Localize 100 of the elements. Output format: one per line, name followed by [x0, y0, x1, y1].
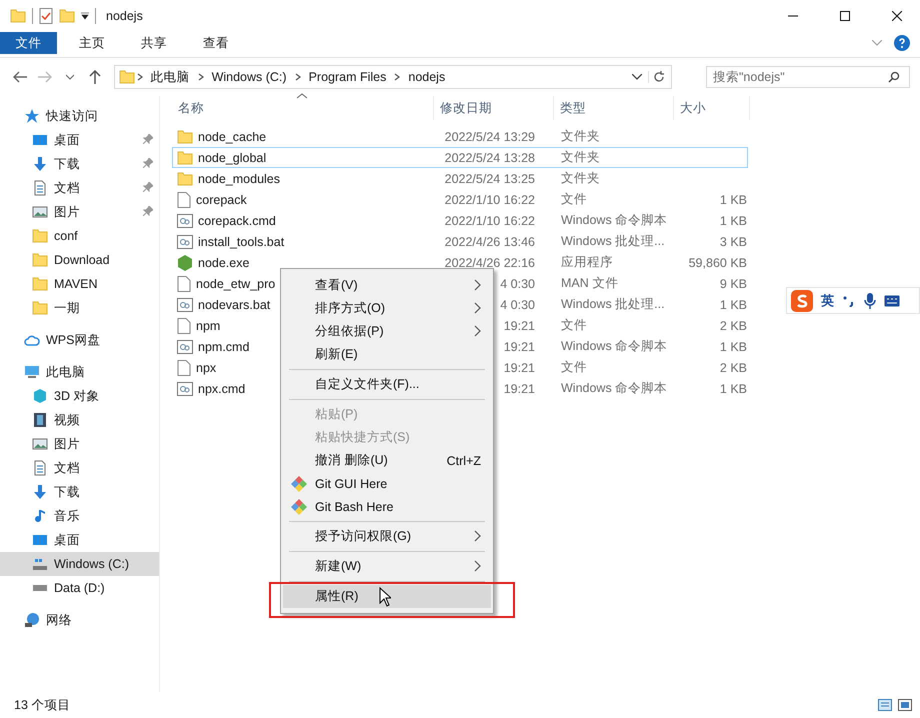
sidebar-item[interactable]: 图片	[0, 200, 159, 224]
help-icon[interactable]	[894, 35, 910, 51]
type-cell-text: 文件	[560, 359, 588, 376]
sidebar-item[interactable]: Download	[0, 248, 159, 272]
file-name[interactable]: node.exe	[198, 256, 250, 270]
sidebar-item[interactable]: 网络	[0, 608, 159, 632]
sidebar-item[interactable]: WPS网盘	[0, 328, 159, 352]
properties-icon[interactable]	[39, 8, 53, 24]
keyboard-icon[interactable]	[884, 294, 900, 306]
forward-arrow-icon	[38, 71, 52, 83]
address-bar[interactable]: 此电脑 Windows (C:) Program Files nodejs	[114, 65, 672, 89]
diamond-icon	[291, 476, 307, 492]
sidebar-item[interactable]: 图片	[0, 432, 159, 456]
file-name[interactable]: install_tools.bat	[198, 234, 284, 248]
menu-item[interactable]: 刷新(E)	[283, 343, 491, 366]
focused-file-row[interactable]: node_global 2022/5/24 13:28 文件夹	[172, 147, 748, 168]
date-cell: 19:21	[504, 382, 535, 396]
file-name[interactable]: corepack.cmd	[198, 214, 276, 228]
tiles-view-icon[interactable]	[898, 699, 912, 711]
sidebar-item[interactable]: Data (D:)	[0, 576, 159, 600]
file-name[interactable]: nodevars.bat	[198, 298, 270, 312]
file-icon	[177, 360, 191, 376]
breadcrumb[interactable]: Program Files	[302, 70, 392, 84]
file-name[interactable]: npm	[196, 318, 220, 332]
breadcrumb-chevron-icon	[392, 71, 402, 83]
sidebar-item[interactable]: 3D 对象	[0, 384, 159, 408]
breadcrumb[interactable]: 此电脑	[144, 68, 196, 86]
script-icon	[177, 234, 193, 248]
menu-item[interactable]: 查看(V)	[283, 274, 491, 297]
back-arrow-icon	[13, 71, 28, 83]
sidebar-item[interactable]: 一期	[0, 296, 159, 320]
file-name[interactable]: node_etw_pro	[196, 276, 276, 290]
menu-item[interactable]: 分组依据(P)	[283, 320, 491, 343]
monitor-icon	[32, 532, 48, 548]
sidebar-item[interactable]: 文档	[0, 456, 159, 480]
sidebar-item[interactable]: 下载	[0, 480, 159, 504]
type-cell-text: Windows 命令脚本	[560, 212, 668, 229]
ribbon-tab[interactable]: 查看	[187, 32, 245, 54]
sidebar-item[interactable]: 此电脑	[0, 360, 159, 384]
type-cell-text: Windows 批处理...	[560, 296, 666, 313]
file-name[interactable]: npm.cmd	[198, 340, 250, 354]
folder-icon	[32, 276, 48, 292]
column-header[interactable]: 名称	[172, 96, 434, 120]
network-icon	[24, 612, 40, 628]
file-name[interactable]: npx	[196, 360, 216, 374]
sidebar-item[interactable]: 文档	[0, 176, 159, 200]
ribbon-tab[interactable]: 文件	[0, 32, 57, 54]
sidebar-item[interactable]: 下载	[0, 152, 159, 176]
type-cell-text: 文件	[560, 317, 588, 334]
sort-caret-icon	[297, 93, 307, 99]
sidebar-item[interactable]: conf	[0, 224, 159, 248]
file-name[interactable]: node_global	[198, 150, 266, 164]
details-view-icon[interactable]	[878, 699, 892, 711]
maximize-icon	[840, 11, 850, 21]
file-icon	[177, 318, 191, 334]
date-cell: 4 0:30	[500, 298, 535, 312]
document-icon	[32, 180, 48, 196]
picture-icon	[32, 204, 48, 220]
menu-item[interactable]: Git GUI Here	[283, 472, 491, 495]
breadcrumb[interactable]: Windows (C:)	[206, 70, 293, 84]
script-icon	[177, 382, 193, 396]
search-field[interactable]: 搜索"nodejs"	[706, 66, 910, 88]
sidebar-item[interactable]: 视频	[0, 408, 159, 432]
punctuation-icon[interactable]	[842, 294, 856, 306]
file-name[interactable]: corepack	[196, 192, 247, 206]
ime-logo-icon[interactable]	[791, 290, 813, 312]
column-header[interactable]: 类型	[554, 96, 674, 120]
sidebar-item[interactable]: 桌面	[0, 128, 159, 152]
up-arrow-icon	[89, 70, 102, 84]
sidebar-item[interactable]: 桌面	[0, 528, 159, 552]
type-cell-text: MAN 文件	[560, 275, 620, 292]
sidebar-item[interactable]: 快速访问	[0, 104, 159, 128]
ribbon-tab[interactable]: 共享	[125, 32, 183, 54]
ribbon-tab[interactable]: 主页	[63, 32, 121, 54]
chevron-down-icon[interactable]	[632, 74, 642, 80]
breadcrumb[interactable]: nodejs	[402, 70, 452, 84]
sidebar-item[interactable]: MAVEN	[0, 272, 159, 296]
menu-item[interactable]: 属性(R)	[283, 585, 491, 608]
sidebar-item[interactable]: Windows (C:)	[0, 552, 159, 576]
refresh-icon[interactable]	[648, 71, 665, 83]
column-header[interactable]: 大小	[674, 96, 750, 120]
input-mode[interactable]: 英	[821, 292, 834, 310]
file-name[interactable]: node_cache	[198, 130, 266, 144]
sidebar-item[interactable]: 音乐	[0, 504, 159, 528]
size-cell-text: 1 KB	[718, 340, 748, 354]
file-name[interactable]: node_modules	[198, 172, 280, 186]
date-cell: 2022/4/26 13:46	[444, 234, 535, 248]
column-header[interactable]: 修改日期	[434, 96, 554, 120]
type-cell-text: 文件	[560, 191, 588, 208]
menu-item[interactable]: 排序方式(O)	[283, 297, 491, 320]
menu-item[interactable]: 授予访问权限(G)	[283, 525, 491, 548]
menu-item[interactable]: 新建(W)	[283, 555, 491, 578]
date-cell: 2022/5/24 13:29	[444, 130, 535, 144]
menu-item[interactable]: 撤消 删除(U) Ctrl+Z	[283, 449, 491, 472]
menu-item[interactable]: Git Bash Here	[283, 495, 491, 518]
file-name[interactable]: npx.cmd	[198, 382, 246, 396]
dropdown-icon[interactable]	[81, 12, 89, 20]
microphone-icon[interactable]	[864, 292, 876, 308]
size-cell-text: 9 KB	[718, 276, 748, 290]
menu-item[interactable]: 自定义文件夹(F)...	[283, 373, 491, 396]
